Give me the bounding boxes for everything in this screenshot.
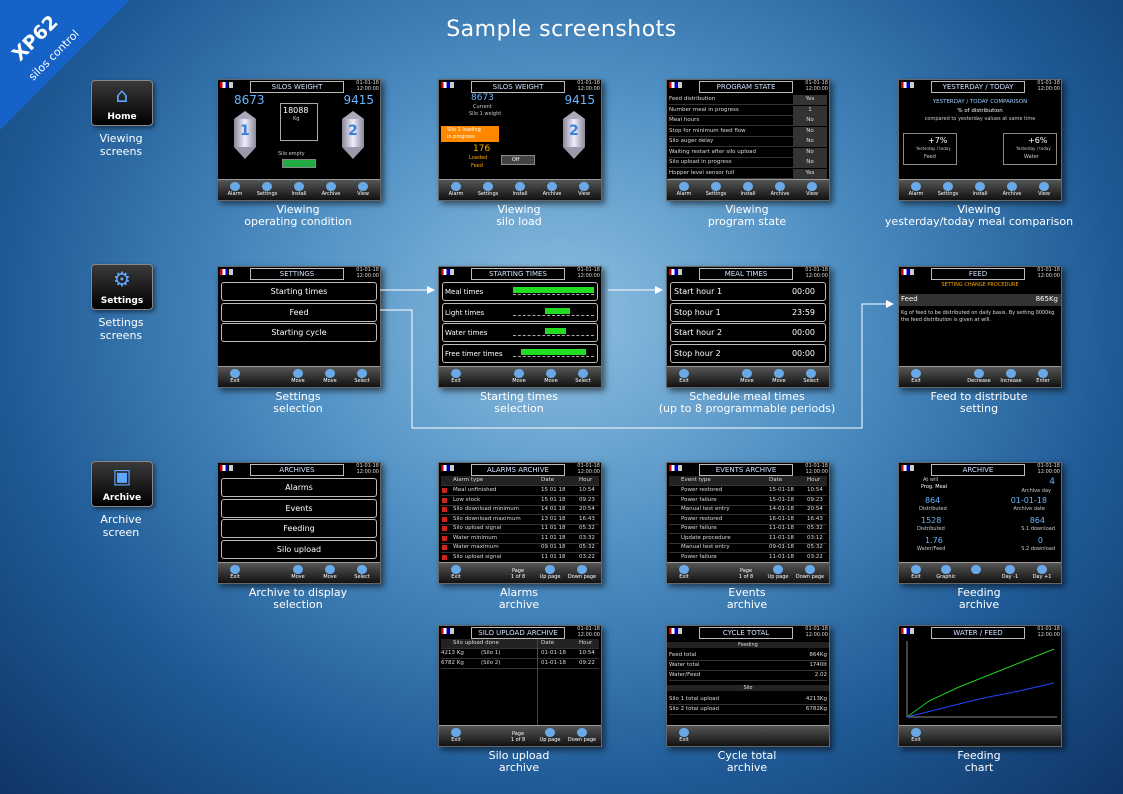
flow-arrows — [380, 286, 894, 429]
arrow-feed-to-feedsetting — [380, 300, 894, 429]
